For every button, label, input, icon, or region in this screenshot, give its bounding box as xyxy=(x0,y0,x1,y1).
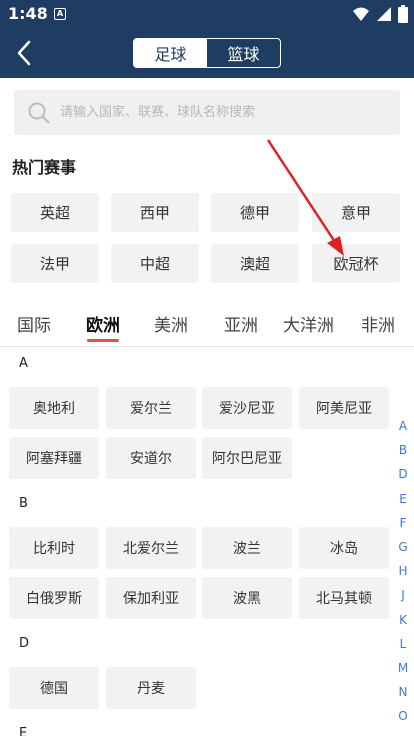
hot-item-serie-a[interactable]: 意甲 xyxy=(312,193,400,232)
hot-item-bundesliga[interactable]: 德甲 xyxy=(211,193,299,232)
country-item[interactable]: 阿尔巴尼亚 xyxy=(202,437,292,479)
country-item[interactable]: 丹麦 xyxy=(106,667,196,709)
index-letter[interactable]: D xyxy=(395,462,411,486)
alphabet-index: A B D E F G H J K L M N O xyxy=(395,414,411,728)
active-tab-indicator xyxy=(87,339,119,342)
country-item[interactable]: 白俄罗斯 xyxy=(9,577,99,619)
hot-item-a-league[interactable]: 澳超 xyxy=(211,244,299,283)
hot-item-premier-league[interactable]: 英超 xyxy=(11,193,99,232)
status-time: 1:48 xyxy=(8,4,48,23)
index-letter[interactable]: F xyxy=(395,511,411,535)
hot-item-champions-league[interactable]: 欧冠杯 xyxy=(312,244,400,283)
index-letter[interactable]: J xyxy=(395,583,411,607)
country-item[interactable]: 奥地利 xyxy=(9,387,99,429)
search-icon xyxy=(28,102,50,124)
section-letter-e: E xyxy=(19,726,28,736)
index-letter[interactable]: K xyxy=(395,608,411,632)
country-item[interactable]: 爱沙尼亚 xyxy=(202,387,292,429)
section-letter-b: B xyxy=(19,496,28,511)
index-letter[interactable]: A xyxy=(395,414,411,438)
country-item[interactable]: 北爱尔兰 xyxy=(106,527,196,569)
back-arrow-icon xyxy=(17,40,31,66)
tab-americas[interactable]: 美洲 xyxy=(154,311,188,336)
wifi-icon xyxy=(353,7,369,21)
section-letter-a: A xyxy=(19,356,28,371)
index-letter[interactable]: O xyxy=(395,704,411,728)
index-letter[interactable]: E xyxy=(395,487,411,511)
back-button[interactable] xyxy=(12,39,36,67)
section-letter-d: D xyxy=(19,636,30,651)
index-letter[interactable]: H xyxy=(395,559,411,583)
search-input[interactable] xyxy=(60,105,380,120)
signal-icon xyxy=(377,7,391,21)
search-bar xyxy=(14,90,400,135)
status-bar: 1:48 A xyxy=(0,0,414,28)
index-letter[interactable]: G xyxy=(395,535,411,559)
tab-oceania[interactable]: 大洋洲 xyxy=(283,311,334,336)
index-letter[interactable]: M xyxy=(395,656,411,680)
country-item[interactable]: 安道尔 xyxy=(106,437,196,479)
tab-international[interactable]: 国际 xyxy=(17,311,51,336)
tab-basketball[interactable]: 篮球 xyxy=(207,39,280,67)
system-icons xyxy=(352,4,408,24)
tab-africa[interactable]: 非洲 xyxy=(361,311,395,336)
index-letter[interactable]: B xyxy=(395,438,411,462)
tab-europe[interactable]: 欧洲 xyxy=(86,311,120,336)
tab-football[interactable]: 足球 xyxy=(134,39,207,67)
country-item[interactable]: 波黑 xyxy=(202,577,292,619)
country-item[interactable]: 比利时 xyxy=(9,527,99,569)
notification-icon: A xyxy=(54,8,66,20)
hot-item-csl[interactable]: 中超 xyxy=(111,244,199,283)
index-letter[interactable]: N xyxy=(395,680,411,704)
country-item[interactable]: 保加利亚 xyxy=(106,577,196,619)
region-tabs: 国际 欧洲 美洲 亚洲 大洋洲 非洲 xyxy=(0,305,414,347)
country-item[interactable]: 阿塞拜疆 xyxy=(9,437,99,479)
battery-icon xyxy=(398,5,408,23)
index-letter[interactable]: L xyxy=(395,632,411,656)
country-item[interactable]: 波兰 xyxy=(202,527,292,569)
country-item[interactable]: 德国 xyxy=(9,667,99,709)
hot-item-la-liga[interactable]: 西甲 xyxy=(111,193,199,232)
sport-toggle: 足球 篮球 xyxy=(133,38,281,68)
hot-item-ligue-1[interactable]: 法甲 xyxy=(11,244,99,283)
country-item[interactable]: 爱尔兰 xyxy=(106,387,196,429)
country-item[interactable]: 阿美尼亚 xyxy=(299,387,389,429)
tab-asia[interactable]: 亚洲 xyxy=(224,311,258,336)
top-header: 足球 篮球 xyxy=(0,28,414,78)
country-item[interactable]: 北马其顿 xyxy=(299,577,389,619)
hot-events-title: 热门赛事 xyxy=(12,158,77,177)
country-item[interactable]: 冰岛 xyxy=(299,527,389,569)
